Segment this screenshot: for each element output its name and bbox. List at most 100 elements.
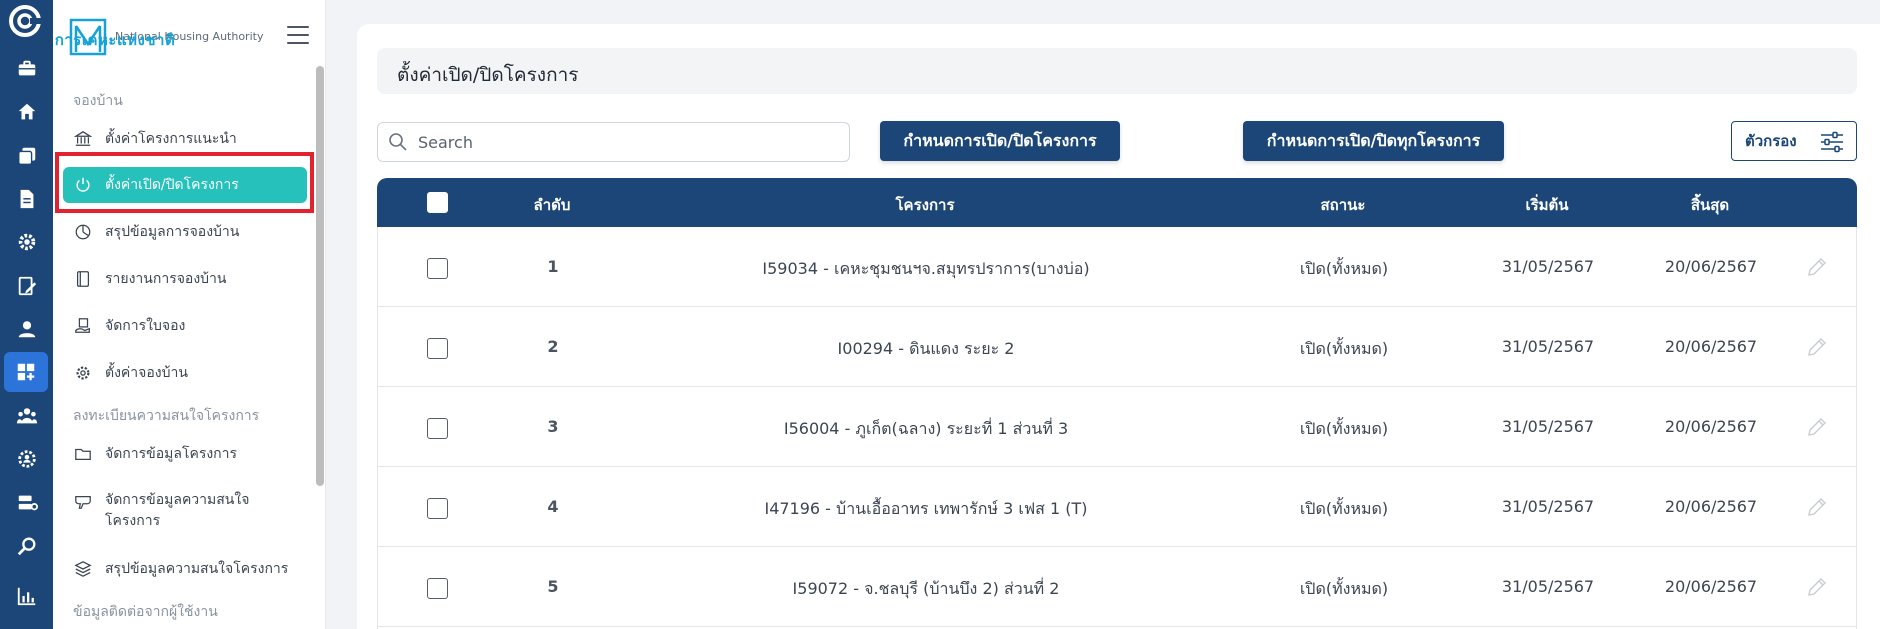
row-start-date: 31/05/2567 — [1501, 577, 1595, 596]
row-end-date: 20/06/2567 — [1664, 337, 1758, 356]
search-box[interactable] — [377, 122, 850, 162]
brand[interactable]: การเคหะแห่งชาติ National Housing Authori… — [55, 16, 263, 58]
row-project: I59072 - จ.ชลบุรี (บ้านบึง 2) ส่วนที่ 2 — [792, 579, 1060, 598]
sidebar-item-manage-project-data[interactable]: จัดการข้อมูลโครงการ — [63, 443, 307, 465]
table-row: 3 I56004 - ภูเก็ต(ฉลาง) ระยะที่ 1 ส่วนที… — [378, 387, 1856, 467]
sidebar-item-booking-settings[interactable]: ตั้งค่าจองบ้าน — [63, 362, 307, 384]
rail-form-edit-icon[interactable] — [0, 266, 53, 306]
sidebar-item-label: สรุปข้อมูลการจองบ้าน — [105, 224, 240, 240]
row-checkbox[interactable] — [427, 418, 448, 439]
sidebar-item-manage-interest-data[interactable]: จัดการข้อมูลความสนใจโครงการ — [63, 490, 307, 534]
section-label-contacts: ข้อมูลติดต่อจากผู้ใช้งาน — [73, 604, 218, 620]
column-header-project: โครงการ — [895, 196, 955, 214]
rail-server-icon[interactable] — [0, 483, 53, 523]
row-project: I00294 - ดินแดง ระยะ 2 — [837, 339, 1015, 358]
table-header: ลำดับ โครงการ สถานะ เริ่มต้น สิ้นสุด — [377, 178, 1857, 227]
row-status: เปิด(ทั้งหมด) — [1299, 259, 1389, 278]
row-end-date: 20/06/2567 — [1664, 577, 1758, 596]
rail-settings-user-icon[interactable] — [0, 439, 53, 479]
power-icon — [73, 175, 93, 195]
search-input[interactable] — [418, 132, 838, 152]
set-project-open-close-button[interactable]: กำหนดการเปิด/ปิดโครงการ — [880, 121, 1120, 161]
row-index: 3 — [547, 417, 559, 436]
filter-label: ตัวกรอง — [1745, 132, 1797, 150]
page-title: ตั้งค่าเปิด/ปิดโครงการ — [397, 64, 579, 86]
column-header-end: สิ้นสุด — [1690, 196, 1730, 214]
hand-document-icon — [73, 316, 93, 336]
page-header: ตั้งค่าเปิด/ปิดโครงการ — [377, 48, 1857, 94]
pencil-edit-icon[interactable] — [1806, 336, 1828, 358]
rail-group-icon[interactable] — [0, 396, 53, 436]
sidebar-item-label: ตั้งค่าเปิด/ปิดโครงการ — [105, 177, 239, 193]
row-checkbox[interactable] — [427, 578, 448, 599]
rail-briefcase-icon[interactable] — [0, 49, 53, 89]
rail-settings-gear-icon[interactable] — [0, 222, 53, 262]
row-end-date: 20/06/2567 — [1664, 417, 1758, 436]
sidebar-item-open-close-projects[interactable]: ตั้งค่าเปิด/ปิดโครงการ — [63, 167, 307, 203]
row-index: 1 — [547, 257, 559, 276]
column-header-status: สถานะ — [1320, 196, 1366, 214]
rail-home-icon[interactable] — [0, 92, 53, 132]
sidebar-item-booking-summary[interactable]: สรุปข้อมูลการจองบ้าน — [63, 221, 307, 243]
row-status: เปิด(ทั้งหมด) — [1299, 339, 1389, 358]
set-all-projects-open-close-button[interactable]: กำหนดการเปิด/ปิดทุกโครงการ — [1243, 121, 1504, 161]
sidebar-item-manage-bookings[interactable]: จัดการใบจอง — [63, 315, 307, 337]
icon-rail — [0, 0, 53, 629]
sidebar-item-label: จัดการข้อมูลความสนใจโครงการ — [105, 492, 250, 529]
sidebar-item-interest-summary[interactable]: สรุปข้อมูลความสนใจโครงการ — [63, 558, 307, 580]
pie-chart-icon — [73, 222, 93, 242]
table-row: 4 I47196 - บ้านเอื้ออาทร เทพารักษ์ 3 เฟส… — [378, 467, 1856, 547]
sidebar-item-recommended-projects[interactable]: ตั้งค่าโครงการแนะนำ — [63, 128, 307, 150]
app-logo-icon[interactable] — [8, 4, 42, 38]
stack-icon — [73, 559, 93, 579]
sidebar-item-label: จัดการข้อมูลโครงการ — [105, 446, 238, 462]
rail-layers-icon[interactable] — [0, 136, 53, 176]
section-label-interest: ลงทะเบียนความสนใจโครงการ — [73, 408, 260, 424]
select-all-checkbox[interactable] — [427, 192, 448, 213]
brand-name-th: การเคหะแห่งชาติ — [54, 31, 176, 49]
search-icon — [389, 133, 407, 151]
row-checkbox[interactable] — [427, 498, 448, 519]
pencil-edit-icon[interactable] — [1806, 416, 1828, 438]
row-status: เปิด(ทั้งหมด) — [1299, 579, 1389, 598]
sidebar-item-label: จัดการใบจอง — [105, 318, 186, 334]
folder-icon — [73, 444, 93, 464]
row-end-date: 20/06/2567 — [1664, 257, 1758, 276]
row-status: เปิด(ทั้งหมด) — [1299, 499, 1389, 518]
hamburger-menu-icon[interactable] — [287, 26, 309, 44]
sidebar-item-label: สรุปข้อมูลความสนใจโครงการ — [105, 561, 289, 577]
sidebar-item-label: รายงานการจองบ้าน — [105, 271, 227, 287]
row-start-date: 31/05/2567 — [1501, 417, 1595, 436]
row-checkbox[interactable] — [427, 338, 448, 359]
sidebar-item-booking-report[interactable]: รายงานการจองบ้าน — [63, 268, 307, 290]
filter-button[interactable]: ตัวกรอง — [1731, 121, 1857, 161]
column-header-start: เริ่มต้น — [1525, 196, 1569, 214]
sidebar-item-label: ตั้งค่าโครงการแนะนำ — [105, 131, 237, 147]
table-row: 5 I59072 - จ.ชลบุรี (บ้านบึง 2) ส่วนที่ … — [378, 547, 1856, 627]
pencil-edit-icon[interactable] — [1806, 256, 1828, 278]
row-project: I59034 - เคหะชุมชนฯจ.สมุทรปราการ(บางบ่อ) — [762, 259, 1090, 278]
row-index: 5 — [547, 577, 559, 596]
rail-search-icon[interactable] — [0, 526, 53, 566]
row-status: เปิด(ทั้งหมด) — [1299, 419, 1389, 438]
gear-icon — [73, 363, 93, 383]
sidebar-item-label: ตั้งค่าจองบ้าน — [105, 365, 188, 381]
rail-dashboard-add-icon[interactable] — [4, 352, 48, 392]
column-header-index: ลำดับ — [533, 196, 571, 214]
row-project: I47196 - บ้านเอื้ออาทร เทพารักษ์ 3 เฟส 1… — [764, 499, 1088, 518]
row-index: 2 — [547, 337, 559, 356]
pencil-edit-icon[interactable] — [1806, 576, 1828, 598]
row-checkbox[interactable] — [427, 258, 448, 279]
sliders-icon — [1821, 131, 1843, 153]
sidebar-scrollbar[interactable] — [316, 66, 324, 486]
row-start-date: 31/05/2567 — [1501, 337, 1595, 356]
row-end-date: 20/06/2567 — [1664, 497, 1758, 516]
row-start-date: 31/05/2567 — [1501, 497, 1595, 516]
table-row: 2 I00294 - ดินแดง ระยะ 2 เปิด(ทั้งหมด) 3… — [378, 307, 1856, 387]
rail-user-icon[interactable] — [0, 309, 53, 349]
rail-chart-icon[interactable] — [0, 576, 53, 616]
row-index: 4 — [547, 497, 559, 516]
table-row: 1 I59034 - เคหะชุมชนฯจ.สมุทรปราการ(บางบ่… — [378, 227, 1856, 307]
rail-document-icon[interactable] — [0, 179, 53, 219]
pencil-edit-icon[interactable] — [1806, 496, 1828, 518]
